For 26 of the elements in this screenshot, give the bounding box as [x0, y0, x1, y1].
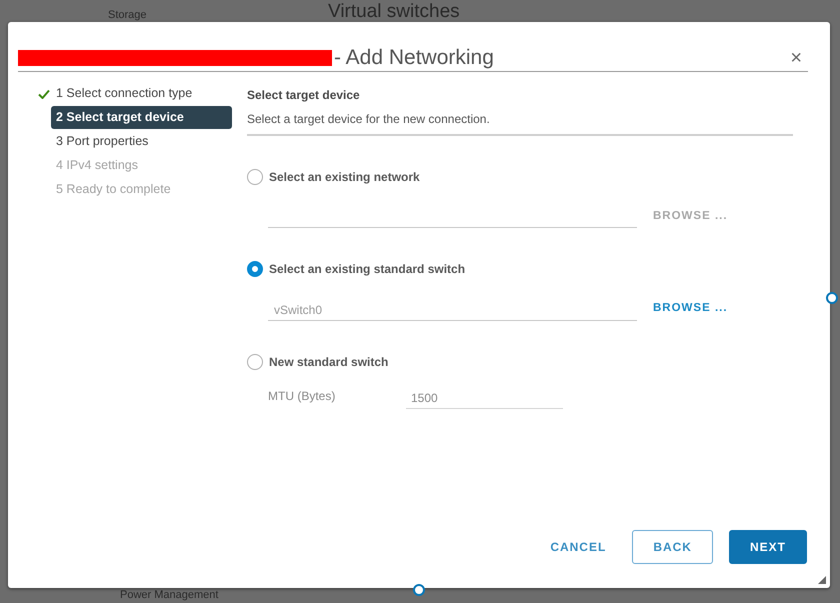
wizard-step[interactable]: 2 Select target device [51, 106, 232, 129]
browse-button[interactable]: BROWSE ... [647, 300, 734, 320]
section-description: Select a target device for the new connection. [247, 110, 793, 136]
wizard-step: 4 IPv4 settings [30, 154, 232, 177]
next-button[interactable]: NEXT [728, 530, 807, 564]
cancel-button[interactable]: CANCEL [540, 530, 616, 564]
page-heading: Virtual switches [328, 1, 460, 22]
radio-button[interactable] [247, 169, 263, 185]
field-label: MTU (Bytes) [268, 388, 336, 404]
dropdown-label: Storage [108, 9, 148, 22]
input-field[interactable]: vSwitch0 [268, 300, 637, 320]
radio-label[interactable]: Select an existing standard switch [269, 260, 466, 278]
wizard-step[interactable]: 3 Port properties [30, 130, 232, 153]
back-button[interactable]: BACK [632, 530, 713, 564]
resize-grip-icon[interactable] [818, 576, 826, 584]
resize-handle[interactable] [826, 292, 838, 304]
close-button[interactable]: × [784, 48, 808, 68]
radio-button[interactable] [247, 261, 263, 278]
wizard-step: 5 Ready to complete [30, 178, 232, 201]
wizard-step[interactable]: 1 Select connection type [30, 82, 232, 105]
list-item: Power Management [120, 588, 220, 602]
check-icon [38, 88, 50, 98]
resize-handle[interactable] [413, 584, 425, 596]
dialog-title: - Add Networking [334, 44, 494, 70]
section-title: Select target device [247, 87, 361, 104]
radio-label[interactable]: Select an existing network [269, 168, 420, 186]
